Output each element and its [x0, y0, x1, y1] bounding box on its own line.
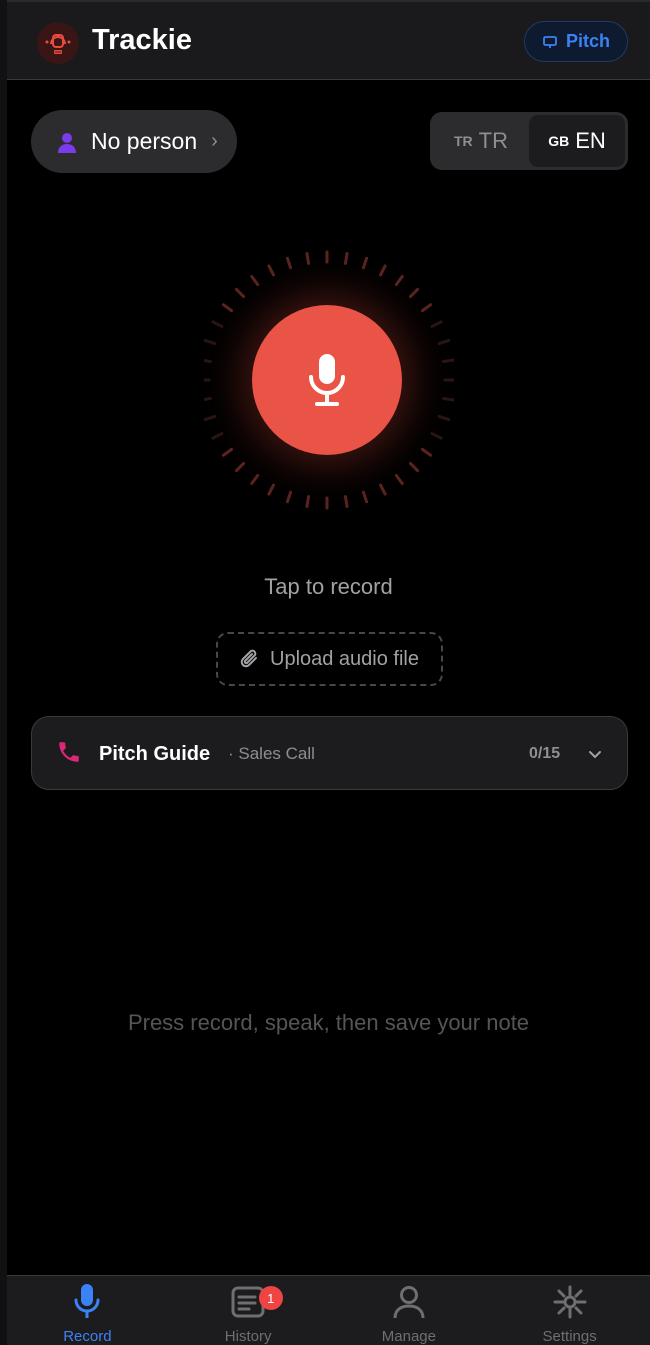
ring-tick [442, 358, 454, 364]
ring-tick [394, 274, 404, 287]
ring-tick [442, 396, 454, 402]
ring-tick [204, 338, 217, 346]
language-option-label: EN [575, 128, 606, 153]
upload-audio-button[interactable]: Upload audio file [216, 632, 443, 686]
ring-tick [204, 359, 212, 364]
empty-state-text: Press record, speak, then save your note [127, 1010, 530, 1035]
ring-tick [211, 432, 224, 440]
language-option-label: TR [478, 128, 508, 153]
ring-tick [343, 495, 349, 508]
ring-tick [305, 252, 311, 265]
ring-tick [343, 252, 349, 265]
nav-settings[interactable]: Settings [489, 1276, 650, 1345]
ring-tick [437, 338, 451, 346]
ring-tick [420, 447, 433, 457]
ring-tick [394, 473, 404, 486]
pitch-guide-progress: 0/15 [529, 745, 561, 762]
nav-record[interactable]: Record [7, 1276, 168, 1345]
ring-tick [430, 320, 443, 328]
app-header: Trackie Pitch [7, 0, 650, 80]
ring-tick [221, 447, 234, 457]
nav-manage[interactable]: Manage [329, 1276, 490, 1345]
ring-tick [204, 414, 217, 422]
pitch-guide-subtitle: · Sales Call [228, 744, 315, 763]
ring-tick [250, 473, 260, 486]
nav-history-label: History [224, 1328, 272, 1345]
upload-audio-label: Upload audio file [270, 647, 419, 670]
pitch-button-label: Pitch [565, 31, 610, 51]
app-title: Trackie [92, 24, 192, 56]
user-icon [393, 1285, 425, 1318]
ring-tick [379, 483, 387, 496]
language-option-en[interactable]: GB EN [529, 115, 625, 167]
nav-settings-label: Settings [542, 1328, 597, 1345]
paperclip-icon [240, 649, 257, 668]
presentation-icon [543, 35, 557, 48]
chevron-right-icon: › [211, 130, 218, 152]
pitch-button[interactable]: Pitch [524, 21, 628, 62]
ring-tick [204, 396, 212, 401]
pitch-guide-card[interactable]: Pitch Guide · Sales Call 0/15 [31, 716, 628, 790]
ring-tick [267, 483, 275, 496]
phone-icon [59, 742, 79, 762]
language-toggle: TR TR GB EN [430, 112, 628, 170]
ring-tick [250, 274, 260, 287]
gb-flag-icon: GB [548, 133, 570, 149]
microphone-icon [74, 1283, 100, 1318]
ring-tick [285, 490, 293, 504]
app-frame: Trackie Pitch No person › TR TR GB EN Ta… [7, 0, 650, 1345]
record-button[interactable] [252, 305, 402, 455]
person-selector-label: No person [91, 128, 198, 154]
ring-tick [267, 264, 275, 277]
nav-manage-label: Manage [381, 1328, 436, 1345]
ring-tick [285, 256, 293, 270]
person-selector[interactable]: No person › [31, 110, 237, 173]
ring-tick [361, 490, 369, 504]
pitch-guide-title: Pitch Guide [99, 743, 211, 765]
person-icon [58, 132, 76, 153]
nav-record-label: Record [63, 1328, 112, 1345]
ring-tick [420, 303, 433, 313]
ring-tick [408, 287, 420, 299]
tr-flag-icon: TR [454, 133, 473, 149]
settings-icon [553, 1285, 587, 1318]
ring-tick [379, 264, 387, 277]
ring-tick [234, 287, 246, 299]
ring-tick [305, 495, 311, 508]
nav-history[interactable]: 1 History [168, 1276, 329, 1345]
ring-tick [430, 432, 443, 440]
ring-tick [361, 256, 369, 270]
ring-tick [221, 303, 234, 313]
ring-tick [234, 461, 246, 473]
trackie-logo-icon [37, 22, 79, 64]
language-option-tr[interactable]: TR TR [433, 115, 529, 167]
ring-tick [211, 320, 224, 328]
microphone-icon [309, 354, 345, 406]
history-badge: 1 [258, 1286, 283, 1310]
recorder [204, 245, 454, 515]
ring-tick [437, 414, 451, 422]
bottom-navigation: Record 1 History Manage Settings [7, 1275, 650, 1345]
ring-tick [408, 461, 420, 473]
window-edge [0, 0, 7, 1345]
chevron-down-icon[interactable] [586, 745, 604, 763]
record-hint: Tap to record [264, 574, 393, 599]
